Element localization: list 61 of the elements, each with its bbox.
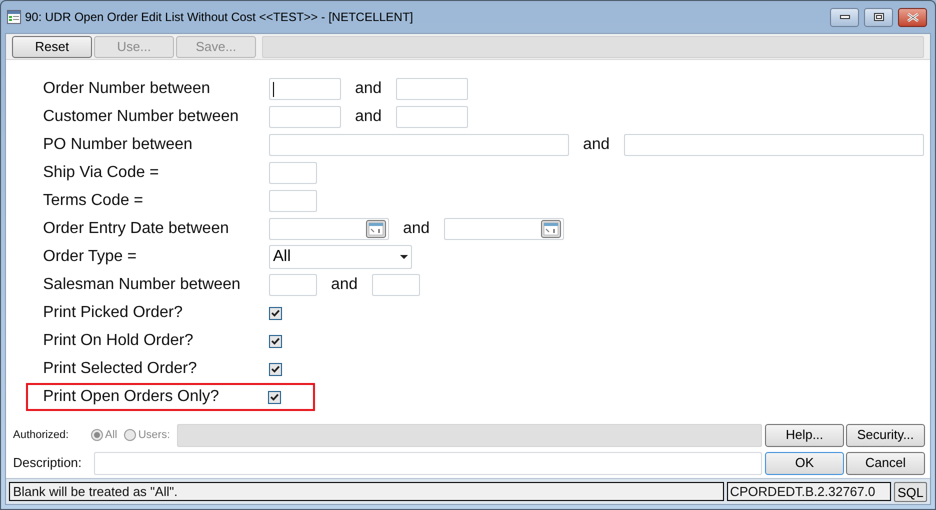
description-label: Description:: [12, 454, 83, 472]
input-field[interactable]: [624, 134, 924, 156]
window-title: 90: UDR Open Order Edit List Without Cost <<TEST>> - [NETCELLENT]: [25, 9, 414, 26]
app-icon: [7, 10, 21, 24]
dialog-button[interactable]: Cancel: [846, 452, 925, 474]
field-label: Customer Number between: [43, 107, 239, 127]
field-label: PO Number between: [43, 135, 192, 155]
input-field[interactable]: [269, 162, 317, 184]
close-button[interactable]: [898, 8, 927, 26]
checkbox[interactable]: [269, 334, 282, 348]
input-field[interactable]: [396, 106, 468, 128]
field-label: Ship Via Code =: [43, 163, 159, 183]
maximize-button[interactable]: [864, 8, 893, 26]
radio-button[interactable]: [124, 429, 136, 441]
date-field[interactable]: [444, 218, 564, 240]
joiner-label: and: [402, 219, 431, 239]
joiner-label: and: [354, 107, 383, 127]
radio-button[interactable]: [91, 429, 103, 441]
input-field[interactable]: [269, 106, 341, 128]
sql-button[interactable]: SQL: [894, 482, 927, 502]
maximize-icon: [874, 13, 884, 21]
program-code: CPORDEDT.B.2.32767.0: [727, 482, 891, 501]
input-field[interactable]: [269, 78, 341, 100]
input-field[interactable]: [372, 274, 420, 296]
input-field[interactable]: [269, 274, 317, 296]
input-field[interactable]: [396, 78, 468, 100]
input-field[interactable]: [269, 134, 569, 156]
date-field[interactable]: [269, 218, 389, 240]
status-message: Blank will be treated as "All".: [9, 482, 724, 501]
field-label: Salesman Number between: [43, 275, 240, 295]
dialog-button[interactable]: OK: [765, 452, 844, 474]
dialog-button[interactable]: Help...: [765, 424, 844, 446]
checkbox[interactable]: [268, 390, 281, 404]
calendar-icon[interactable]: [540, 220, 561, 238]
joiner-label: and: [330, 275, 359, 295]
field-label: Order Type =: [43, 247, 137, 267]
radio-label: All: [105, 428, 118, 443]
checkbox[interactable]: [269, 306, 282, 320]
checkbox[interactable]: [269, 362, 282, 376]
radio-label: Users:: [138, 428, 170, 443]
joiner-label: and: [354, 79, 383, 99]
toolbar-button[interactable]: Reset: [12, 36, 92, 58]
dialog-button[interactable]: Security...: [846, 424, 925, 446]
caret-icon: [400, 255, 408, 259]
field-label: Print Picked Order?: [43, 303, 183, 323]
field-label: Print On Hold Order?: [43, 331, 194, 351]
field-label: Order Entry Date between: [43, 219, 229, 239]
joiner-label: and: [582, 135, 611, 155]
description-field[interactable]: [94, 452, 762, 474]
field-label: Print Open Orders Only?: [43, 387, 220, 407]
field-label: Print Selected Order?: [43, 359, 197, 379]
minimize-icon: [840, 15, 850, 19]
calendar-icon[interactable]: [366, 220, 386, 238]
input-field[interactable]: [269, 190, 317, 212]
close-icon: [906, 12, 918, 22]
dropdown[interactable]: All: [269, 245, 412, 269]
authorized-label: Authorized:: [12, 428, 70, 443]
field-label: Order Number between: [43, 79, 210, 99]
field-label: Terms Code =: [43, 191, 144, 211]
minimize-button[interactable]: [830, 8, 859, 26]
dropdown-value: All: [273, 247, 291, 267]
